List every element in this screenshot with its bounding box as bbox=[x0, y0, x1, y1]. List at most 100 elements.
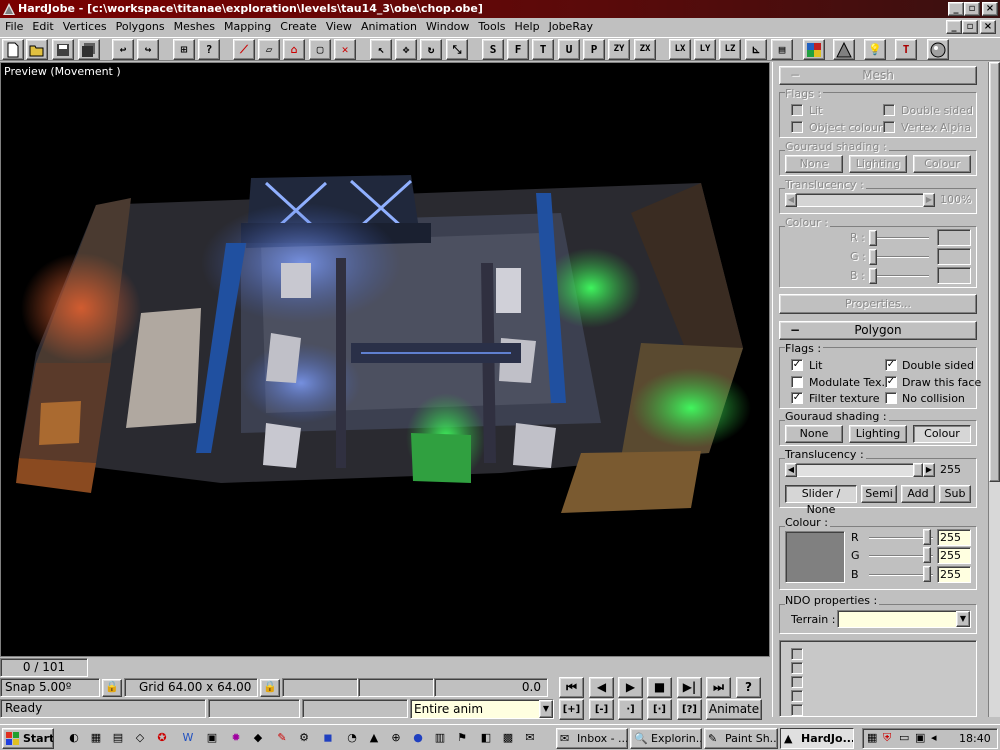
rotate-icon[interactable]: ↻ bbox=[420, 39, 442, 60]
blend-semi-button[interactable]: Semi bbox=[861, 485, 897, 503]
texture-palette-icon[interactable] bbox=[803, 39, 825, 60]
scrollbar-thumb[interactable] bbox=[989, 62, 1000, 482]
tray-network-icon[interactable]: ▦ bbox=[867, 731, 877, 744]
mesh-gouraud-none-button[interactable]: None bbox=[785, 155, 843, 173]
move-icon[interactable]: ✥ bbox=[395, 39, 417, 60]
menu-joberay[interactable]: JobeRay bbox=[544, 18, 597, 37]
anim-help-icon[interactable]: ? bbox=[736, 677, 761, 698]
polygon-translucency-thumb[interactable] bbox=[913, 463, 923, 477]
polygon-gouraud-none-button[interactable]: None bbox=[785, 425, 843, 443]
scroll-right-icon[interactable]: ▶ bbox=[923, 193, 935, 207]
polygon-double-sided-checkbox[interactable]: ✓ bbox=[885, 359, 897, 371]
quicklaunch-icon[interactable]: ◆ bbox=[250, 730, 266, 746]
pyramid-icon[interactable] bbox=[833, 39, 855, 60]
blend-sub-button[interactable]: Sub bbox=[939, 485, 971, 503]
mesh-gouraud-colour-button[interactable]: Colour bbox=[913, 155, 971, 173]
key-select-icon[interactable]: [·] bbox=[647, 699, 672, 720]
menu-tools[interactable]: Tools bbox=[473, 18, 509, 37]
quicklaunch-icon[interactable]: ⚙ bbox=[296, 730, 312, 746]
quicklaunch-icon[interactable]: ◇ bbox=[132, 730, 148, 746]
undo-icon[interactable]: ↩ bbox=[112, 39, 134, 60]
go-start-icon[interactable]: ⏮ bbox=[559, 677, 584, 698]
menu-help[interactable]: Help bbox=[510, 18, 544, 37]
tray-computer-icon[interactable]: ▣ bbox=[915, 731, 925, 744]
blend-add-button[interactable]: Add bbox=[901, 485, 935, 503]
polygon-section-header[interactable]: − Polygon bbox=[779, 321, 977, 340]
lock-x-button[interactable]: LX bbox=[669, 39, 691, 60]
polygon-outline-icon[interactable]: ▱ bbox=[258, 39, 280, 60]
mesh-double-sided-checkbox[interactable] bbox=[883, 104, 895, 116]
snap-lock-icon[interactable]: 🔒 bbox=[102, 679, 122, 697]
mesh-b-slider[interactable] bbox=[869, 275, 929, 277]
minimize-button[interactable]: _ bbox=[948, 2, 964, 16]
polygon-r-field[interactable]: 255 bbox=[937, 529, 971, 546]
colour-swatch[interactable] bbox=[785, 531, 845, 583]
house-icon[interactable]: ⌂ bbox=[283, 39, 305, 60]
mesh-g-slider[interactable] bbox=[869, 256, 929, 258]
quicklaunch-icon[interactable]: ✎ bbox=[274, 730, 290, 746]
menu-window[interactable]: Window bbox=[421, 18, 473, 37]
task-paintshop[interactable]: ✎ Paint Sh... bbox=[704, 728, 778, 749]
view-f-button[interactable]: F bbox=[507, 39, 529, 60]
animate-button[interactable]: Animate bbox=[706, 699, 762, 720]
blend-slider-none-button[interactable]: Slider / None bbox=[785, 485, 857, 516]
view-t-button[interactable]: T bbox=[532, 39, 554, 60]
quicklaunch-icon[interactable]: ▤ bbox=[110, 730, 126, 746]
quicklaunch-icon[interactable]: ▦ bbox=[88, 730, 104, 746]
menu-meshes[interactable]: Meshes bbox=[169, 18, 219, 37]
lock-y-button[interactable]: LY bbox=[694, 39, 716, 60]
chevron-down-icon[interactable]: ▼ bbox=[539, 700, 553, 718]
polygon-lit-checkbox[interactable]: ✓ bbox=[791, 359, 803, 371]
help-question-icon[interactable]: ? bbox=[198, 39, 220, 60]
hierarchy-icon[interactable]: ⊞ bbox=[173, 39, 195, 60]
quicklaunch-icon[interactable]: W bbox=[180, 730, 196, 746]
menu-mapping[interactable]: Mapping bbox=[219, 18, 275, 37]
mesh-g-field[interactable] bbox=[937, 248, 971, 265]
sphere-icon[interactable] bbox=[927, 39, 949, 60]
save-icon[interactable] bbox=[52, 39, 74, 60]
ndo-flag-checkbox[interactable] bbox=[791, 676, 803, 688]
close-button[interactable]: × bbox=[982, 2, 998, 16]
stop-icon[interactable]: ■ bbox=[647, 677, 672, 698]
menu-vertices[interactable]: Vertices bbox=[58, 18, 111, 37]
delete-polygon-icon[interactable]: ✕ bbox=[334, 39, 356, 60]
task-explorer[interactable]: 🔍 Explorin... bbox=[630, 728, 702, 749]
panel-scrollbar[interactable] bbox=[988, 62, 1000, 717]
ndo-flag-checkbox[interactable] bbox=[791, 662, 803, 674]
mesh-gouraud-lighting-button[interactable]: Lighting bbox=[849, 155, 907, 173]
add-key-icon[interactable]: [+] bbox=[559, 699, 584, 720]
menu-view[interactable]: View bbox=[321, 18, 356, 37]
mesh-g-thumb[interactable] bbox=[869, 249, 877, 265]
polygon-no-collision-checkbox[interactable] bbox=[885, 392, 897, 404]
step-back-icon[interactable]: ◀ bbox=[589, 677, 614, 698]
lock-z-button[interactable]: LZ bbox=[719, 39, 741, 60]
quicklaunch-icon[interactable]: ▲ bbox=[366, 730, 382, 746]
hammer-icon[interactable]: T bbox=[895, 39, 917, 60]
start-button[interactable]: Start bbox=[2, 728, 54, 749]
key-end-icon[interactable]: ·] bbox=[618, 699, 643, 720]
menu-file[interactable]: File bbox=[0, 18, 27, 37]
mesh-r-field[interactable] bbox=[937, 229, 971, 246]
open-folder-icon[interactable] bbox=[26, 39, 48, 60]
chevron-down-icon[interactable]: ▼ bbox=[956, 611, 970, 627]
scroll-left-icon[interactable]: ◀ bbox=[785, 463, 797, 477]
mesh-b-field[interactable] bbox=[937, 267, 971, 284]
task-inbox[interactable]: ✉ Inbox - ... bbox=[556, 728, 628, 749]
cube-icon[interactable]: ▢ bbox=[309, 39, 331, 60]
menu-edit[interactable]: Edit bbox=[27, 18, 57, 37]
ndo-flag-checkbox[interactable] bbox=[791, 704, 803, 716]
tray-shield-icon[interactable]: ⛨ bbox=[883, 731, 891, 745]
maximize-button[interactable]: ▫ bbox=[964, 2, 980, 16]
ndo-flag-checkbox[interactable] bbox=[791, 690, 803, 702]
new-file-icon[interactable] bbox=[2, 39, 24, 60]
lock-view-icon[interactable]: ⊾ bbox=[745, 39, 767, 60]
tray-monitor-icon[interactable]: ▭ bbox=[899, 731, 909, 744]
view-zy-button[interactable]: ZY bbox=[608, 39, 630, 60]
view-p-button[interactable]: P bbox=[583, 39, 605, 60]
select-arrow-icon[interactable]: ↖ bbox=[370, 39, 392, 60]
polygon-b-field[interactable]: 255 bbox=[937, 566, 971, 583]
menu-animation[interactable]: Animation bbox=[356, 18, 421, 37]
view-zx-button[interactable]: ZX bbox=[634, 39, 656, 60]
polygon-gouraud-lighting-button[interactable]: Lighting bbox=[849, 425, 907, 443]
ndo-flag-list[interactable] bbox=[779, 640, 977, 717]
